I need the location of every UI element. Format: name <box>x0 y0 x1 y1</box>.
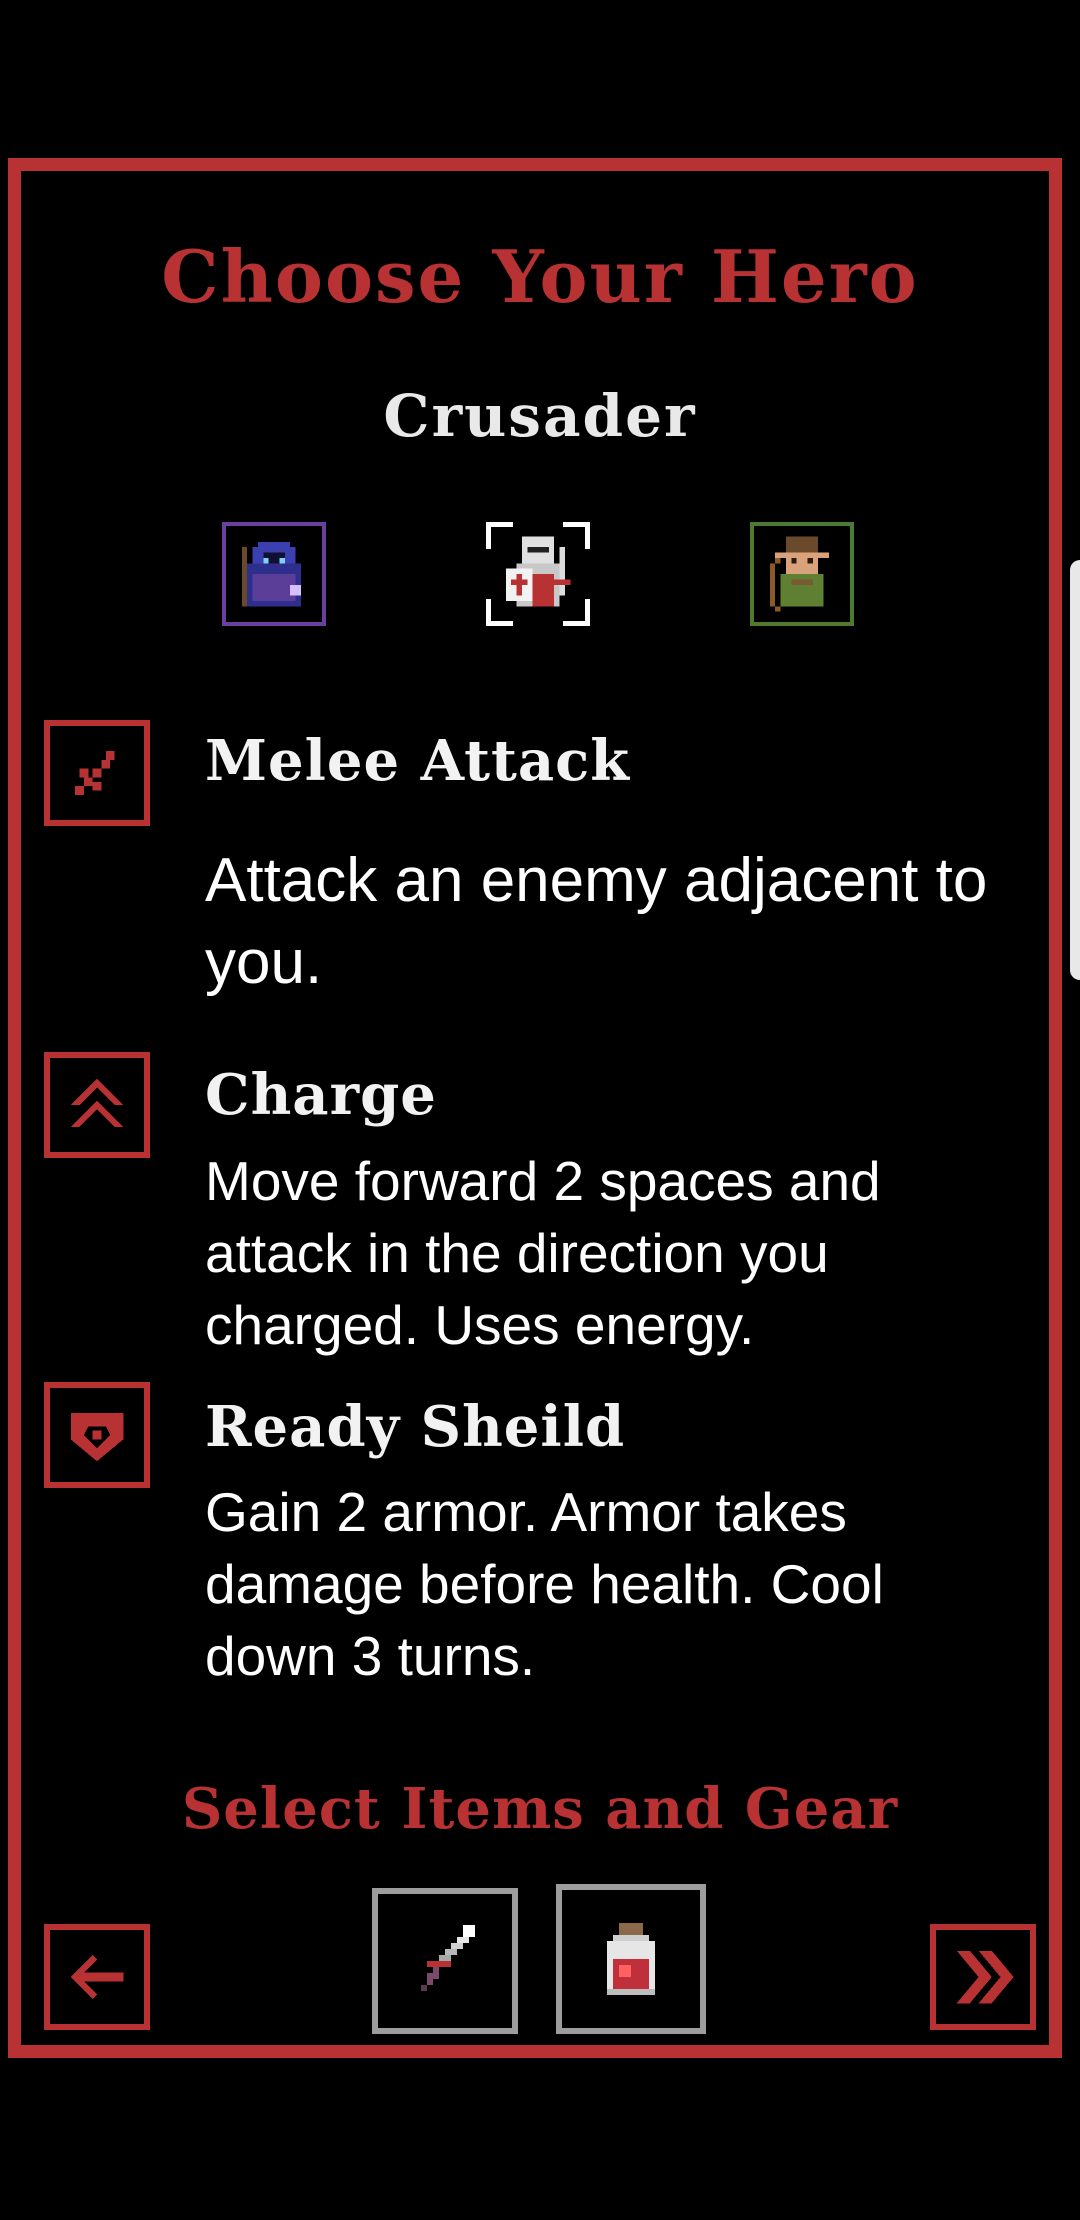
elf-ranger-icon <box>769 536 829 612</box>
ability-name: Ready Sheild <box>205 1394 626 1460</box>
sword-item-icon <box>421 1925 475 1991</box>
ability-name: Melee Attack <box>205 728 631 794</box>
page-title: Choose Your Hero <box>161 234 919 319</box>
item-slot-potion[interactable] <box>556 1884 706 2034</box>
health-potion-icon <box>607 1923 655 1995</box>
selection-corner <box>486 522 513 549</box>
arrow-left-icon <box>70 1955 124 1999</box>
selected-hero-name: Crusader <box>383 382 697 450</box>
hero-option-crusader[interactable] <box>486 522 590 626</box>
selection-corner <box>563 522 590 549</box>
item-slot-sword[interactable] <box>372 1888 518 2034</box>
shield-icon <box>70 1413 124 1462</box>
items-section-title: Select Items and Gear <box>181 1776 899 1842</box>
selection-corner <box>486 599 513 626</box>
ability-ready-shield-icon-frame <box>44 1382 150 1488</box>
edge-scroll-handle[interactable] <box>1070 560 1080 980</box>
selection-corner <box>563 599 590 626</box>
ability-description: Move forward 2 spaces and attack in the … <box>205 1150 881 1356</box>
back-button[interactable] <box>44 1924 150 2030</box>
double-chevron-up-icon <box>70 1078 124 1127</box>
double-chevron-right-icon <box>956 1950 1014 2004</box>
ability-name: Charge <box>205 1062 437 1128</box>
crossed-sword-icon <box>75 751 115 795</box>
next-button[interactable] <box>930 1924 1036 2030</box>
ability-description: Gain 2 armor. Armor takes damage before … <box>205 1481 884 1687</box>
hero-option-ranger[interactable] <box>750 522 854 626</box>
hero-option-mage[interactable] <box>222 522 326 626</box>
hooded-mage-icon <box>241 541 301 607</box>
ability-melee-attack-icon-frame <box>44 720 150 826</box>
ability-description: Attack an enemy adjacent to you. <box>205 846 988 997</box>
ability-charge-icon-frame <box>44 1052 150 1158</box>
